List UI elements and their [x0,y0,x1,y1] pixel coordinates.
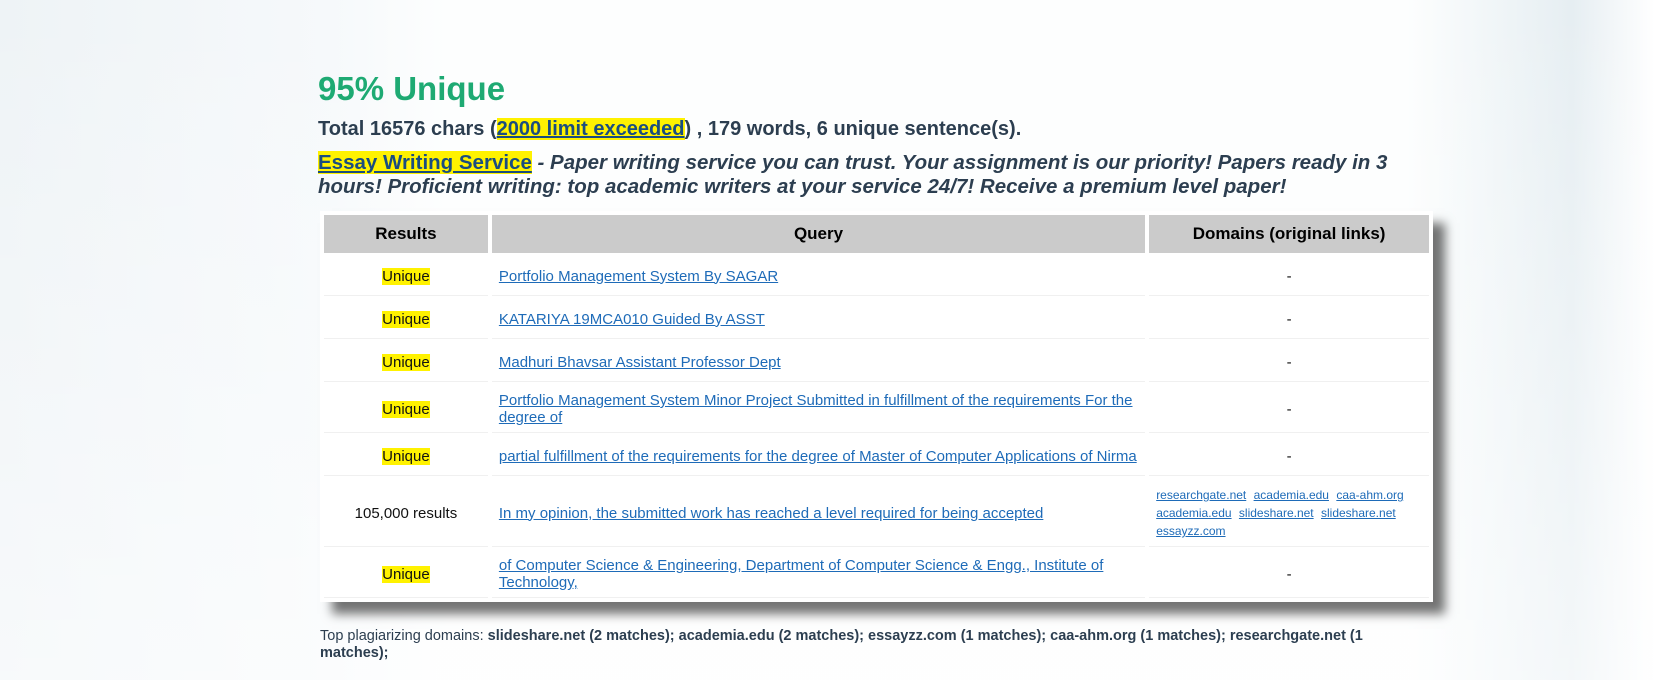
table-row: Unique of Computer Science & Engineering… [324,551,1429,598]
result-cell: 105,000 results [324,480,488,547]
unique-badge: Unique [382,353,430,371]
query-link[interactable]: Madhuri Bhavsar Assistant Professor Dept [499,354,781,371]
query-link[interactable]: Portfolio Management System By SAGAR [499,268,778,285]
table-row: Unique KATARIYA 19MCA010 Guided By ASST … [324,300,1429,339]
result-cell: Unique [324,551,488,598]
query-link[interactable]: Portfolio Management System Minor Projec… [499,392,1133,426]
query-cell: KATARIYA 19MCA010 Guided By ASST [491,300,1146,339]
domain-link-essayzz[interactable]: essayzz.com [1156,524,1225,538]
total-summary: Total 16576 chars (2000 limit exceeded) … [318,118,1433,141]
result-cell: Unique [324,386,488,433]
query-cell: partial fulfillment of the requirements … [491,437,1146,476]
query-cell: Portfolio Management System Minor Projec… [491,386,1146,433]
result-cell: Unique [324,343,488,382]
query-cell: of Computer Science & Engineering, Depar… [491,551,1146,598]
query-link[interactable]: partial fulfillment of the requirements … [499,448,1137,465]
domain-link-slideshare[interactable]: slideshare.net [1239,506,1314,520]
total-suffix: ) , 179 words, 6 unique sentence(s). [684,118,1022,140]
table-row: Unique Portfolio Management System Minor… [324,386,1429,433]
table-row: Unique partial fulfillment of the requir… [324,437,1429,476]
promo-line: Essay Writing Service - Paper writing se… [318,151,1433,199]
table-row: Unique Portfolio Management System By SA… [324,257,1429,296]
limit-exceeded-link[interactable]: 2000 limit exceeded [496,118,685,140]
domain-link-caa-ahm[interactable]: caa-ahm.org [1336,488,1403,502]
result-cell: Unique [324,300,488,339]
unique-badge: Unique [382,267,430,285]
domain-cell: - [1149,300,1429,339]
header-query: Query [491,215,1146,253]
results-table: Results Query Domains (original links) U… [320,211,1433,602]
table-row: Unique Madhuri Bhavsar Assistant Profess… [324,343,1429,382]
table-header-row: Results Query Domains (original links) [324,215,1429,253]
essay-writing-service-link[interactable]: Essay Writing Service [318,151,532,174]
result-cell: Unique [324,257,488,296]
query-link[interactable]: KATARIYA 19MCA010 Guided By ASST [499,311,765,328]
uniqueness-score: 95% Unique [318,70,506,107]
domain-cell: - [1149,437,1429,476]
domain-cell: researchgate.net academia.edu caa-ahm.or… [1149,480,1429,547]
query-link[interactable]: of Computer Science & Engineering, Depar… [499,557,1104,591]
domain-link-academia[interactable]: academia.edu [1254,488,1329,502]
domain-cell: - [1149,551,1429,598]
top-domains-label: Top plagiarizing domains: [320,628,488,644]
result-cell: Unique [324,437,488,476]
domain-links: researchgate.net academia.edu caa-ahm.or… [1156,486,1422,540]
unique-badge: Unique [382,447,430,465]
domain-link-researchgate[interactable]: researchgate.net [1156,488,1246,502]
unique-badge: Unique [382,400,430,418]
domain-link-slideshare[interactable]: slideshare.net [1321,506,1396,520]
domain-cell: - [1149,257,1429,296]
report-content: 95% Unique Total 16576 chars (2000 limit… [318,60,1433,662]
unique-badge: Unique [382,565,430,583]
header-results: Results [324,215,488,253]
domain-link-academia[interactable]: academia.edu [1156,506,1231,520]
table-row: 105,000 results In my opinion, the submi… [324,480,1429,547]
total-prefix: Total 16576 chars ( [318,118,497,140]
query-cell: Portfolio Management System By SAGAR [491,257,1146,296]
top-plagiarizing-domains: Top plagiarizing domains: slideshare.net… [320,628,1433,662]
header-domains: Domains (original links) [1149,215,1429,253]
domain-cell: - [1149,343,1429,382]
query-link[interactable]: In my opinion, the submitted work has re… [499,505,1043,522]
domain-cell: - [1149,386,1429,433]
unique-badge: Unique [382,310,430,328]
query-cell: Madhuri Bhavsar Assistant Professor Dept [491,343,1146,382]
query-cell: In my opinion, the submitted work has re… [491,480,1146,547]
